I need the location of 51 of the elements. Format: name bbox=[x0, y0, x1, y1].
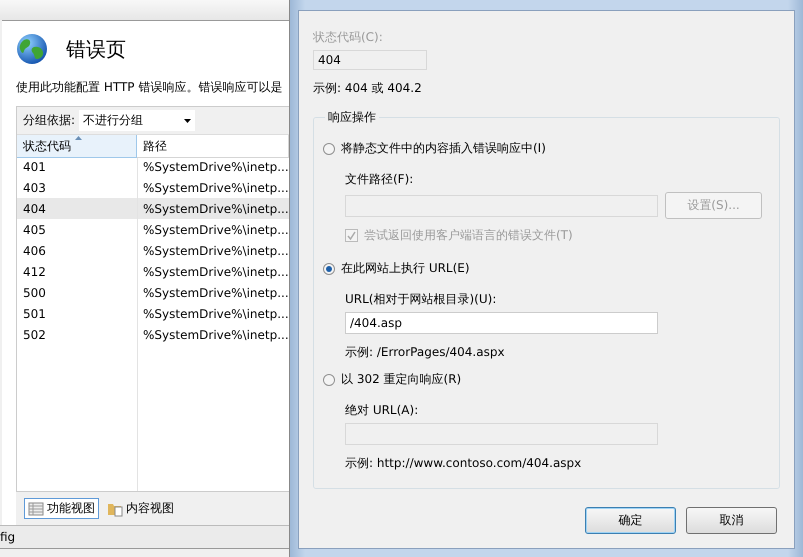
table-cell[interactable]: 405 bbox=[17, 219, 137, 240]
table-cell[interactable]: %SystemDrive%\inetp... bbox=[137, 282, 289, 303]
table-cell[interactable]: %SystemDrive%\inetp... bbox=[137, 156, 289, 177]
input-field[interactable] bbox=[345, 423, 658, 445]
table-cell[interactable]: %SystemDrive%\inetp... bbox=[137, 240, 289, 261]
view-tab[interactable]: 功能视图 bbox=[24, 498, 99, 519]
radio-button[interactable] bbox=[323, 262, 335, 274]
table-cell[interactable]: 403 bbox=[17, 177, 137, 198]
example-text: 示例: /ErrorPages/404.aspx bbox=[345, 344, 506, 361]
table-cell[interactable]: %SystemDrive%\inetp... bbox=[137, 177, 289, 198]
option-label[interactable]: 将静态文件中的内容插入错误响应中(I) bbox=[341, 140, 546, 157]
table-cell[interactable]: 404 bbox=[17, 198, 137, 219]
globe-icon bbox=[16, 33, 48, 65]
view-tab[interactable]: 内容视图 bbox=[103, 498, 178, 519]
table-cell[interactable]: %SystemDrive%\inetp... bbox=[137, 324, 289, 345]
example-text: 示例: http://www.contoso.com/404.aspx bbox=[345, 455, 582, 472]
option-label[interactable]: 在此网站上执行 URL(E) bbox=[341, 260, 470, 277]
caret-icon bbox=[184, 118, 192, 122]
page-title: 错误页 bbox=[66, 36, 126, 62]
table-cell[interactable]: 406 bbox=[17, 240, 137, 261]
field-label: 状态代码(C): bbox=[313, 29, 384, 46]
table-cell[interactable]: %SystemDrive%\inetp... bbox=[137, 303, 289, 324]
field-label: URL(相对于网站根目录)(U): bbox=[345, 291, 498, 308]
option-label[interactable]: 以 302 重定向响应(R) bbox=[341, 371, 462, 388]
grid-icon bbox=[28, 500, 44, 516]
field-label: 绝对 URL(A): bbox=[345, 402, 420, 419]
field-label: 文件路径(F): bbox=[345, 171, 414, 188]
radio-button[interactable] bbox=[323, 142, 335, 154]
dialog-button[interactable]: 取消 bbox=[686, 507, 777, 534]
table-cell[interactable]: 501 bbox=[17, 303, 137, 324]
dialog-button[interactable]: 确定 bbox=[585, 507, 676, 534]
page-description: 使用此功能配置 HTTP 错误响应。错误响应可以是 bbox=[16, 79, 284, 96]
checkbox[interactable] bbox=[345, 229, 358, 242]
table-cell[interactable]: 401 bbox=[17, 156, 137, 177]
table-cell[interactable]: %SystemDrive%\inetp... bbox=[137, 198, 289, 219]
radio-button[interactable] bbox=[323, 374, 335, 386]
table-cell[interactable]: 500 bbox=[17, 282, 137, 303]
input-field[interactable]: /404.asp bbox=[345, 312, 658, 334]
table-cell[interactable]: %SystemDrive%\inetp... bbox=[137, 219, 289, 240]
group-title: 响应操作 bbox=[327, 109, 377, 126]
group-by-label: 分组依据: bbox=[23, 112, 76, 129]
sort-arrow-icon bbox=[75, 136, 82, 140]
group-by-dropdown[interactable]: 不进行分组 bbox=[79, 110, 196, 131]
table-cell[interactable]: 412 bbox=[17, 261, 137, 282]
table-cell[interactable]: %SystemDrive%\inetp... bbox=[137, 261, 289, 282]
status-bar-text: fig bbox=[0, 530, 16, 544]
table-cell[interactable]: 502 bbox=[17, 324, 137, 345]
column-header[interactable]: 状态代码 bbox=[17, 135, 137, 158]
input-field[interactable] bbox=[345, 194, 658, 216]
example-text: 示例: 404 或 404.2 bbox=[313, 80, 423, 97]
column-header[interactable]: 路径 bbox=[137, 135, 289, 158]
